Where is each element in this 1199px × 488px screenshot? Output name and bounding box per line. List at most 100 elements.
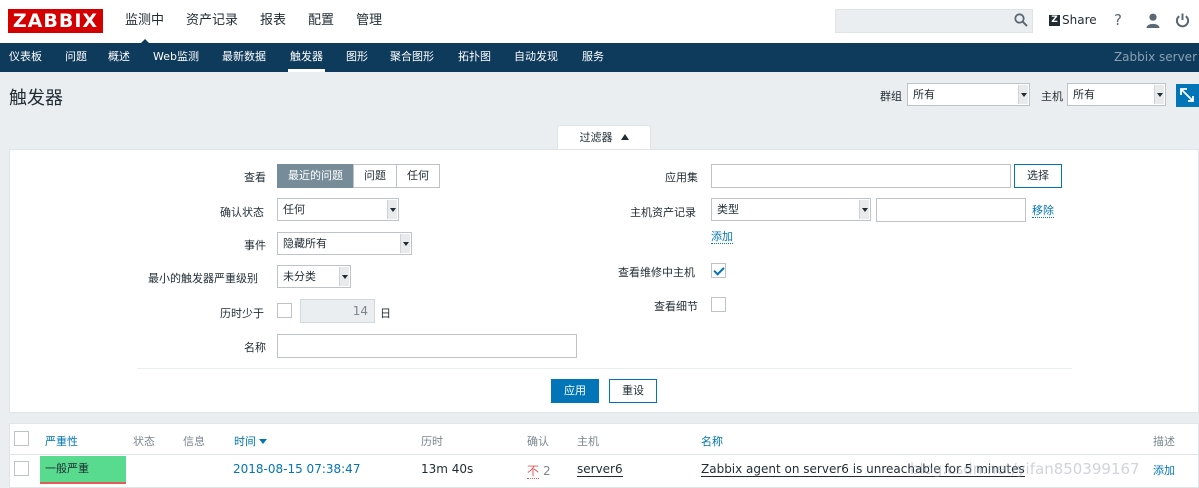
apply-button[interactable]: 应用 [551,379,599,403]
show-option-problems[interactable]: 问题 [353,164,397,188]
column-time-label: 时间 [234,435,256,448]
column-severity[interactable]: 严重性 [45,433,78,449]
age-unit-label: 日 [380,307,391,320]
host-select-value: 所有 [1073,88,1095,101]
show-details-label: 查看细节 [654,300,698,313]
reset-button[interactable]: 重设 [609,379,657,403]
column-time[interactable]: 时间 [234,433,267,449]
share-label: Share [1062,13,1097,27]
share-link[interactable]: Z Share [1049,13,1097,27]
name-input[interactable] [277,334,577,358]
column-age: 历时 [421,435,443,448]
column-status: 状态 [133,435,155,448]
subnav-latest-data[interactable]: 最新数据 [222,43,266,71]
host-select[interactable]: 所有 [1067,83,1166,106]
min-severity-select[interactable]: 未分类 [277,265,351,288]
subnav-screens[interactable]: 聚合图形 [390,43,434,71]
show-option-recent[interactable]: 最近的问题 [277,164,354,188]
fullscreen-button[interactable] [1176,84,1199,107]
event-age: 13m 40s [421,462,474,476]
chevron-down-icon [387,200,397,219]
chevron-down-icon [1018,85,1028,104]
main-menu-monitoring[interactable]: 监测中 [114,0,175,45]
main-menu-inventory[interactable]: 资产记录 [175,0,249,43]
host-label: 主机 [1041,90,1063,103]
ack-status-link[interactable]: 不 [527,464,540,479]
subnav-dashboard[interactable]: 仪表板 [9,43,42,71]
events-select[interactable]: 隐藏所有 [277,232,412,255]
group-label: 群组 [880,90,902,103]
top-bar: ZABBIX 监测中 资产记录 报表 配置 管理 Z Share ? [0,0,1199,45]
events-label: 事件 [244,239,266,252]
ack-status-label: 确认状态 [220,206,264,219]
severity-cell: 一般严重 [40,456,126,484]
ack-status-value: 任何 [283,203,305,216]
user-profile-icon[interactable] [1146,13,1160,28]
select-all-checkbox[interactable] [14,431,29,446]
inventory-type-value: 类型 [717,203,739,216]
subnav-maps[interactable]: 拓扑图 [458,43,491,71]
subnav-problems[interactable]: 问题 [65,43,87,71]
subnav-web[interactable]: Web监测 [153,43,199,71]
add-description-link[interactable]: 添加 [1153,462,1175,478]
show-details-checkbox[interactable] [711,297,726,312]
min-severity-value: 未分类 [283,270,316,283]
sort-down-icon [259,439,267,444]
chevron-up-icon [620,134,629,140]
zabbix-logo[interactable]: ZABBIX [8,9,103,33]
main-menu-configuration[interactable]: 配置 [297,0,345,43]
add-inventory-link[interactable]: 添加 [711,230,733,244]
subnav-graphs[interactable]: 图形 [346,43,368,71]
inventory-type-select[interactable]: 类型 [711,198,871,221]
events-value: 隐藏所有 [283,237,327,250]
main-menu-reports[interactable]: 报表 [249,0,297,43]
server-name: Zabbix server [1113,50,1197,64]
select-button[interactable]: 选择 [1014,164,1062,188]
event-time-link[interactable]: 2018-08-15 07:38:47 [233,462,360,476]
chevron-down-icon [859,200,869,219]
sub-nav: 仪表板 问题 概述 Web监测 最新数据 触发器 图形 聚合图形 拓扑图 自动发… [0,43,1199,72]
page-title: 触发器 [9,88,63,109]
min-severity-label: 最小的触发器严重级别 [148,272,258,285]
group-select-value: 所有 [913,88,935,101]
show-segmented-control: 最近的问题 问题 任何 [277,164,440,188]
show-option-any[interactable]: 任何 [396,164,440,188]
remove-link[interactable]: 移除 [1032,204,1054,218]
main-menu-administration[interactable]: 管理 [345,0,393,43]
group-select[interactable]: 所有 [907,83,1030,106]
filter-tab-label: 过滤器 [579,131,613,144]
subnav-discovery[interactable]: 自动发现 [514,43,558,71]
age-days-input[interactable]: 14 [300,299,375,323]
filter-divider [137,368,1072,369]
subnav-services[interactable]: 服务 [582,43,604,71]
row-checkbox[interactable] [14,461,29,476]
subnav-overview[interactable]: 概述 [108,43,130,71]
sign-out-icon[interactable] [1175,13,1190,28]
column-name[interactable]: 名称 [701,433,723,449]
fullscreen-icon [1180,88,1194,102]
main-menu: 监测中 资产记录 报表 配置 管理 [114,0,393,45]
subnav-triggers[interactable]: 触发器 [288,43,325,72]
search-icon[interactable] [1014,13,1028,27]
ack-count: 2 [543,464,551,478]
column-info: 信息 [183,435,205,448]
help-icon[interactable]: ? [1114,11,1122,29]
host-link[interactable]: server6 [577,462,623,477]
inventory-value-input[interactable] [876,198,1026,222]
chevron-down-icon [1154,85,1164,104]
age-less-than-checkbox[interactable] [277,303,292,318]
age-less-than-label: 历时少于 [220,307,264,320]
application-input[interactable] [711,164,1011,188]
filter-tab[interactable]: 过滤器 [557,125,651,150]
show-maintenance-checkbox[interactable] [711,263,726,278]
ack-cell: 不2 [527,462,551,479]
host-inventory-label: 主机资产记录 [630,206,696,219]
table-header-divider [9,454,1199,455]
name-label: 名称 [244,341,266,354]
watermark: blog.csdn.net/yifan850399167 [910,460,1140,478]
ack-status-select[interactable]: 任何 [277,198,399,221]
column-description: 描述 [1153,435,1175,448]
zabbix-share-icon: Z [1049,14,1060,26]
search-input[interactable] [835,9,1033,33]
show-label: 查看 [244,171,266,184]
